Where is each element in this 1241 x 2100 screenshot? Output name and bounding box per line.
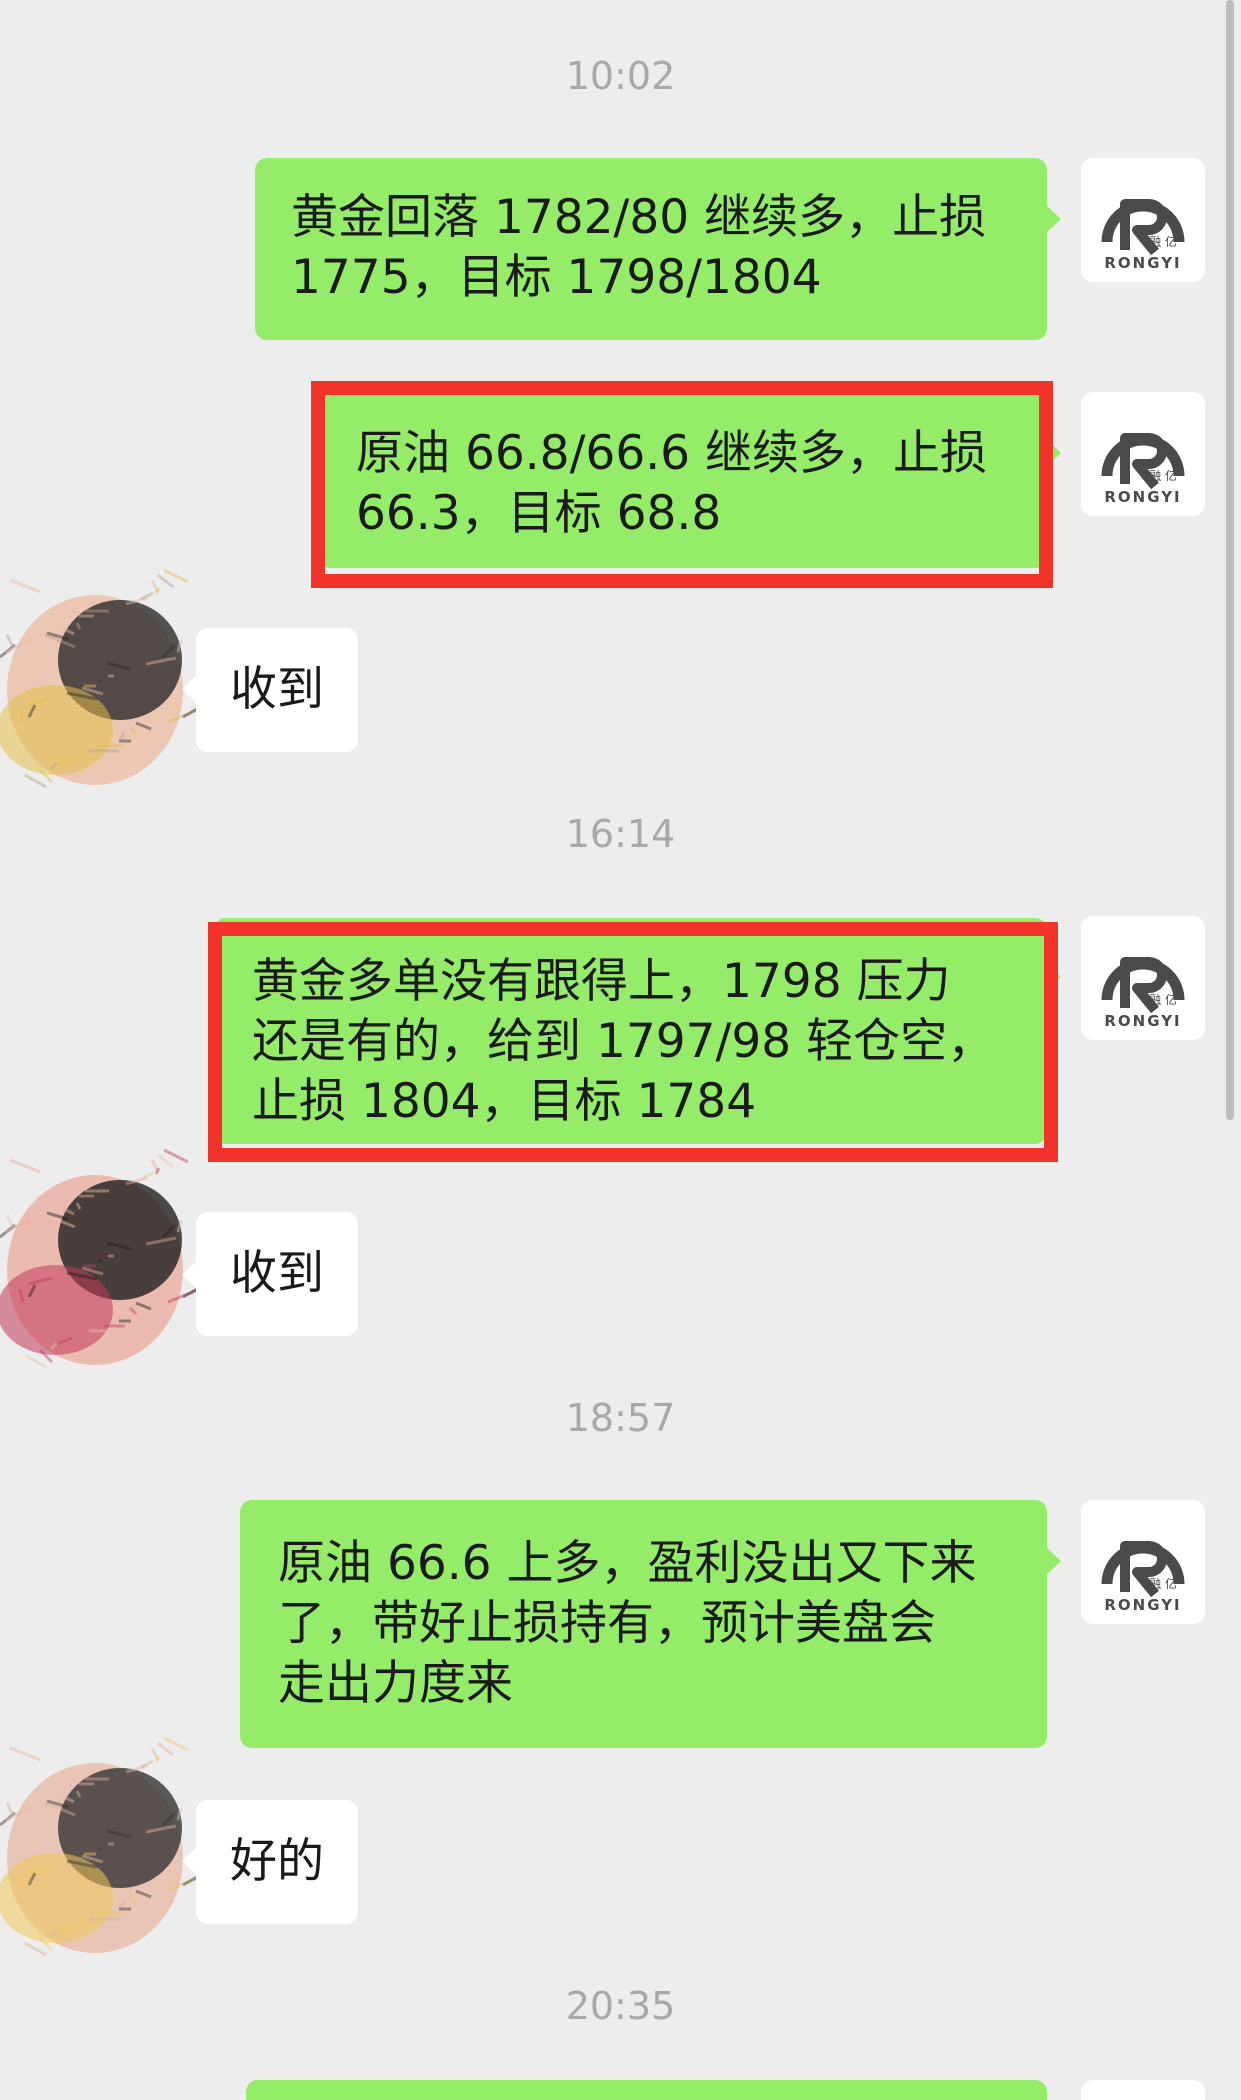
bubble-tail [182, 1262, 196, 1288]
timestamp: 18:57 [565, 1396, 676, 1440]
timestamp: 20:35 [565, 1984, 676, 2028]
scribbled-avatar-icon [0, 568, 205, 789]
sent-message-bubble[interactable]: 原油 66.6 上多，盈利没出又下来 了，带好止损持有，预计美盘会 走出力度来 [240, 1500, 1047, 1748]
sender-avatar[interactable]: 融 亿 RONGYI [1081, 1500, 1205, 1624]
sent-message-bubble[interactable]: 黄金回落 1782/80 继续多，止损 1775，目标 1798/1804 [255, 158, 1047, 340]
sent-message-bubble[interactable]: 原油 66.8/66.6 继续多，止损 66.3，目标 68.8 [318, 392, 1047, 568]
sender-avatar[interactable]: 融 亿 RONGYI [1081, 392, 1205, 516]
sender-avatar[interactable]: 融 亿 RONGYI [1081, 158, 1205, 282]
bubble-tail [182, 1848, 196, 1874]
sent-message-bubble-partial[interactable] [246, 2080, 1047, 2100]
bubble-tail [1047, 440, 1061, 466]
bubble-tail [1047, 206, 1061, 232]
rongyi-logo-icon: 融 亿 RONGYI [1101, 433, 1185, 506]
scribbled-avatar-icon [0, 1148, 205, 1369]
sender-avatar-partial[interactable] [1081, 2080, 1205, 2100]
timestamp: 16:14 [565, 812, 676, 856]
svg-text:RONGYI: RONGYI [1104, 1596, 1181, 1614]
svg-text:融 亿: 融 亿 [1149, 468, 1177, 483]
timestamp: 10:02 [565, 54, 676, 98]
svg-text:融 亿: 融 亿 [1149, 992, 1177, 1007]
scrollbar[interactable] [1226, 0, 1234, 1120]
bubble-tail [1047, 964, 1061, 990]
sent-message-bubble[interactable]: 黄金多单没有跟得上，1798 压力 还是有的，给到 1797/98 轻仓空， 止… [214, 918, 1047, 1144]
rongyi-logo-icon: 融 亿 RONGYI [1101, 1541, 1185, 1614]
receiver-avatar[interactable] [0, 1140, 205, 1380]
received-message-bubble[interactable]: 好的 [196, 1800, 358, 1924]
svg-text:RONGYI: RONGYI [1104, 254, 1181, 272]
receiver-avatar[interactable] [0, 560, 205, 800]
scribbled-avatar-icon [0, 1736, 205, 1957]
svg-text:RONGYI: RONGYI [1104, 488, 1181, 506]
receiver-avatar[interactable] [0, 1728, 205, 1968]
svg-text:融 亿: 融 亿 [1149, 234, 1177, 249]
rongyi-logo-icon: 融 亿 RONGYI [1101, 957, 1185, 1030]
svg-text:RONGYI: RONGYI [1104, 1012, 1181, 1030]
received-message-bubble[interactable]: 收到 [196, 628, 358, 752]
svg-text:融 亿: 融 亿 [1149, 1576, 1177, 1591]
bubble-tail [1047, 1548, 1061, 1574]
sender-avatar[interactable]: 融 亿 RONGYI [1081, 916, 1205, 1040]
received-message-bubble[interactable]: 收到 [196, 1212, 358, 1336]
chat-area: 10:02 16:14 18:57 20:35 融 亿 RONGYI 黄金回落 1… [0, 0, 1241, 2100]
rongyi-logo-icon: 融 亿 RONGYI [1101, 199, 1185, 272]
bubble-tail [182, 676, 196, 702]
